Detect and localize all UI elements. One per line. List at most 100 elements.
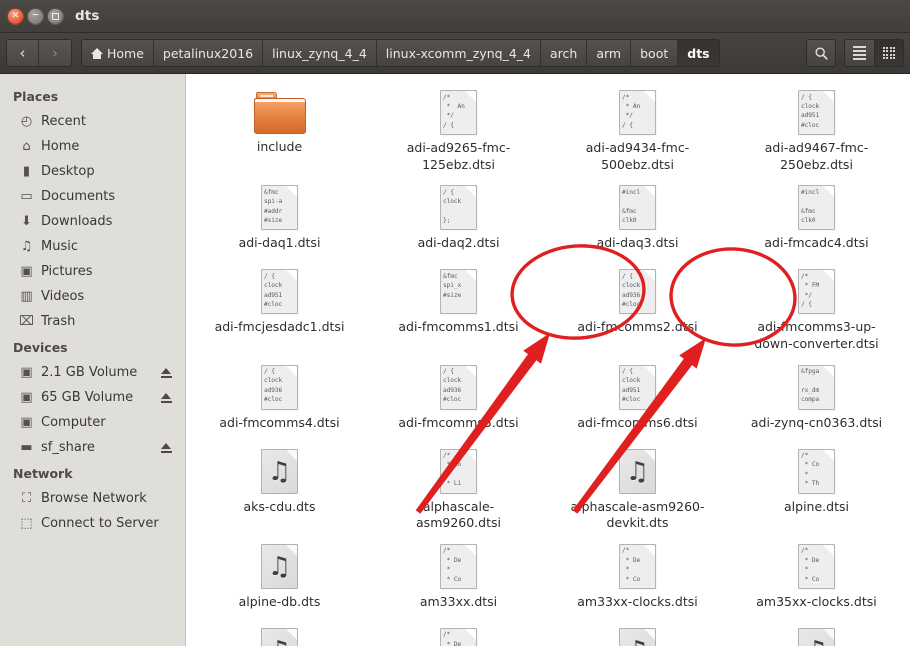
audio-file-icon: ♫	[619, 627, 656, 646]
file-name-label: am33xx.dtsi	[419, 593, 498, 609]
sidebar-item-documents[interactable]: ▭ Documents	[0, 184, 185, 209]
back-button[interactable]: ‹	[7, 40, 39, 66]
sidebar-item-label: Home	[41, 139, 80, 154]
sidebar-item-home[interactable]: ⌂ Home	[0, 134, 185, 159]
file-item[interactable]: /* * De * * Co am35xx-clocks.dtsi	[727, 536, 906, 620]
file-grid: include /* * An */ / {adi-ad9265-fmc-125e…	[186, 74, 910, 646]
file-name-label: adi-fmcomms5.dtsi	[398, 414, 519, 430]
file-name-label: adi-zynq-cn0363.dtsi	[750, 414, 883, 430]
grid-view-button[interactable]	[874, 39, 904, 67]
file-item[interactable]: ♫ alpine-db.dts	[190, 536, 369, 620]
sidebar-item-label: Recent	[41, 114, 86, 129]
sidebar-item-browse-network[interactable]: ⛶ Browse Network	[0, 486, 185, 511]
file-item[interactable]: / { clock ad936 #cloc adi-fmcomms5.dtsi	[369, 357, 548, 441]
sidebar-item-music[interactable]: ♫ Music	[0, 234, 185, 259]
breadcrumb: Home petalinux2016 linux_zynq_4_4 linux-xco…	[81, 39, 720, 67]
text-file-icon: &fpga rx_dm compa	[798, 364, 835, 410]
breadcrumb-item-linux-xcomm-zynq-4-4[interactable]: linux-xcomm_zynq_4_4	[376, 40, 542, 66]
sidebar-section-heading: Places	[13, 89, 59, 104]
download-icon: ⬇	[21, 214, 32, 229]
file-item[interactable]: ♫	[548, 620, 727, 646]
file-item[interactable]: #incl &fmc clk0 adi-fmcadc4.dtsi	[727, 177, 906, 261]
eject-icon[interactable]	[161, 442, 172, 453]
sidebar-item-65-gb-volume[interactable]: ▣ 65 GB Volume	[0, 385, 185, 410]
sidebar-item-sf-share[interactable]: ▬ sf_share	[0, 435, 185, 460]
text-file-icon: &fmc spi_x #size	[440, 269, 477, 315]
eject-icon[interactable]	[161, 367, 172, 378]
search-button[interactable]	[806, 39, 836, 67]
file-item[interactable]: &fmc spi-a #addr #size adi-daq1.dtsi	[190, 177, 369, 261]
breadcrumb-item-linux-zynq-4-4[interactable]: linux_zynq_4_4	[263, 40, 377, 66]
file-item[interactable]: /* * De * * Co am33xx-clocks.dtsi	[548, 536, 727, 620]
sidebar-item-label: Desktop	[41, 164, 95, 179]
maximize-window-button[interactable]	[47, 7, 64, 25]
file-item[interactable]: ♫ aks-cdu.dts	[190, 441, 369, 536]
sidebar-item-pictures[interactable]: ▣ Pictures	[0, 259, 185, 284]
file-item[interactable]: /* * An */ / {adi-ad9434-fmc-500ebz.dtsi	[548, 82, 727, 177]
breadcrumb-item-arch[interactable]: arch	[541, 40, 588, 66]
breadcrumb-label: linux_zynq_4_4	[272, 45, 367, 61]
sidebar-item-desktop[interactable]: ▮ Desktop	[0, 159, 185, 184]
sidebar-item-label: Computer	[41, 415, 106, 430]
breadcrumb-item-dts[interactable]: dts	[678, 40, 719, 66]
file-name-label: include	[256, 139, 303, 154]
document-icon: ▭	[20, 189, 33, 204]
file-name-label: adi-fmcadc4.dtsi	[764, 235, 869, 251]
file-item[interactable]: #incl &fmc clk0 adi-daq3.dtsi	[548, 177, 727, 261]
file-name-label: adi-fmcomms6.dtsi	[577, 414, 698, 430]
file-item[interactable]: &fmc spi_x #size adi-fmcomms1.dtsi	[369, 261, 548, 356]
file-item[interactable]: / { clock ad951 #cloc adi-fmcomms6.dtsi	[548, 357, 727, 441]
audio-file-icon: ♫	[261, 627, 298, 646]
minimize-window-button[interactable]: −	[27, 7, 44, 25]
file-name-label: adi-fmcomms3-up-down-converter.dtsi	[754, 319, 879, 351]
file-item[interactable]: / { clock ad951 #cloc adi-ad9467-fmc-250e…	[727, 82, 906, 177]
page-fold-line	[822, 545, 834, 557]
sidebar-section-heading: Network	[13, 466, 73, 481]
file-item[interactable]: /* * Co * * Th alpine.dtsi	[727, 441, 906, 536]
file-area[interactable]: include /* * An */ / {adi-ad9265-fmc-125e…	[186, 74, 910, 646]
page-fold-line	[464, 91, 476, 103]
sidebar-item-2-1-gb-volume[interactable]: ▣ 2.1 GB Volume	[0, 360, 185, 385]
sidebar-item-computer[interactable]: ▣ Computer	[0, 410, 185, 435]
sidebar-item-label: Videos	[41, 289, 85, 304]
sidebar-item-connect-to-server[interactable]: ⬚ Connect to Server	[0, 511, 185, 536]
sidebar-item-downloads[interactable]: ⬇ Downloads	[0, 209, 185, 234]
file-item[interactable]: / { clock ad936 #cloc adi-fmcomms2.dtsi	[548, 261, 727, 356]
audio-file-icon: ♫	[261, 543, 298, 589]
text-file-icon: / { clock ad951 #cloc	[798, 90, 835, 135]
forward-button[interactable]: ›	[39, 40, 71, 66]
drive-icon: ▣	[20, 415, 33, 430]
home-icon	[91, 47, 103, 59]
audio-file-icon: ♫	[619, 448, 656, 494]
file-item[interactable]: /* * FM */ / {adi-fmcomms3-up-down-conve…	[727, 261, 906, 356]
file-item[interactable]: &fpga rx_dm compa adi-zynq-cn0363.dtsi	[727, 357, 906, 441]
file-item[interactable]: ♫ alphascale-asm9260-devkit.dts	[548, 441, 727, 536]
file-item[interactable]: ♫	[727, 620, 906, 646]
page-fold-line	[285, 186, 297, 198]
trash-icon: ⌧	[19, 314, 34, 329]
file-item[interactable]: ♫	[190, 620, 369, 646]
breadcrumb-item-arm[interactable]: arm	[587, 40, 632, 66]
page-fold-line	[822, 270, 834, 282]
page-fold-line	[464, 450, 476, 462]
file-item[interactable]: / { clock ad951 #cloc adi-fmcjesdadc1.dts…	[190, 261, 369, 356]
sidebar-item-trash[interactable]: ⌧ Trash	[0, 309, 185, 334]
list-view-button[interactable]	[844, 39, 874, 67]
close-window-button[interactable]: ×	[7, 7, 24, 25]
file-item[interactable]: /* * De * * Co am33xx.dtsi	[369, 536, 548, 620]
camera-icon: ▣	[20, 264, 33, 279]
file-item[interactable]: include	[190, 82, 369, 177]
file-name-label: adi-ad9265-fmc-125ebz.dtsi	[406, 140, 511, 172]
file-item[interactable]: /* * Co * * Li alphascale-asm9260.dtsi	[369, 441, 548, 536]
file-item[interactable]: / { clock ad936 #cloc adi-fmcomms4.dtsi	[190, 357, 369, 441]
sidebar-item-recent[interactable]: ◴ Recent	[0, 109, 185, 134]
sidebar-item-videos[interactable]: ▥ Videos	[0, 284, 185, 309]
breadcrumb-item-petalinux2016[interactable]: petalinux2016	[153, 40, 264, 66]
breadcrumb-item-home[interactable]: Home	[82, 40, 154, 66]
file-item[interactable]: /* * De *	[369, 620, 548, 646]
file-item[interactable]: / { clock }; adi-daq2.dtsi	[369, 177, 548, 261]
breadcrumb-item-boot[interactable]: boot	[631, 40, 679, 66]
file-item[interactable]: /* * An */ / {adi-ad9265-fmc-125ebz.dtsi	[369, 82, 548, 177]
page-fold-line	[464, 629, 476, 641]
eject-icon[interactable]	[161, 392, 172, 403]
